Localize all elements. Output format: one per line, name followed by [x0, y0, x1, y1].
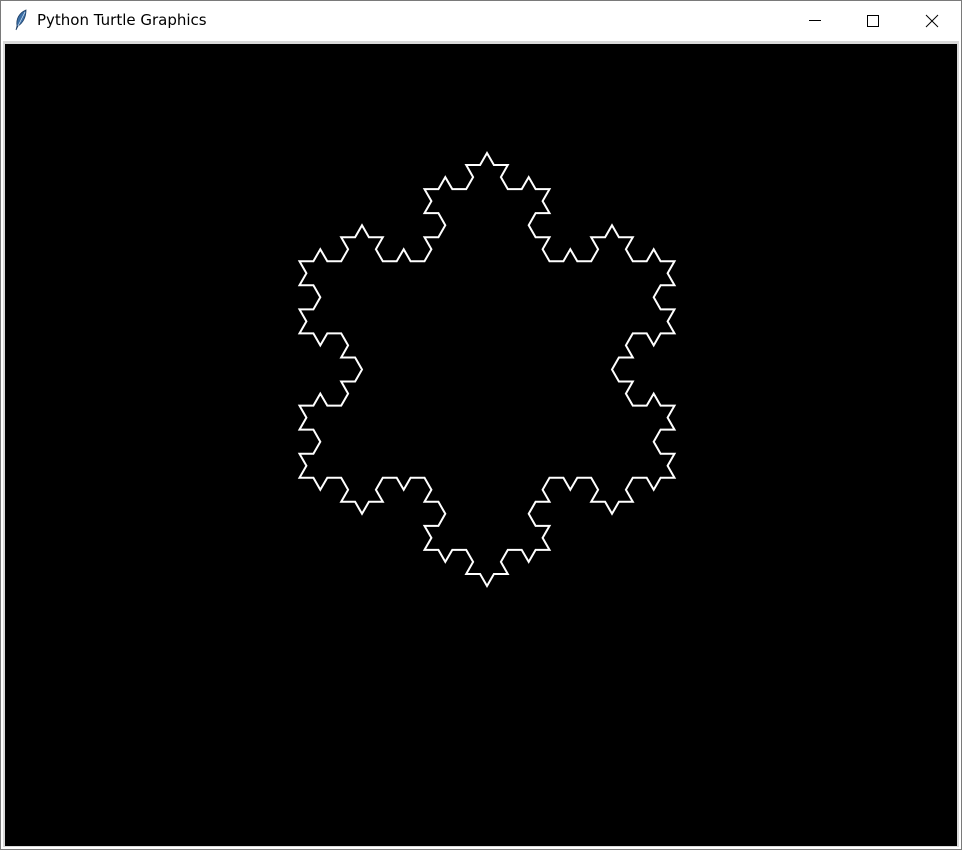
snowflake-outline	[297, 150, 677, 589]
close-button[interactable]	[903, 1, 961, 40]
turtle-window: Python Turtle Graphics	[0, 0, 962, 850]
koch-snowflake	[297, 150, 677, 589]
minimize-button[interactable]	[786, 1, 844, 40]
title-bar[interactable]: Python Turtle Graphics	[1, 1, 961, 40]
feather-icon	[13, 9, 29, 31]
close-icon	[925, 14, 939, 28]
turtle-canvas[interactable]	[5, 44, 957, 846]
minimize-icon	[809, 20, 821, 21]
maximize-button[interactable]	[844, 1, 902, 40]
maximize-icon	[867, 15, 879, 27]
window-title: Python Turtle Graphics	[37, 11, 207, 29]
